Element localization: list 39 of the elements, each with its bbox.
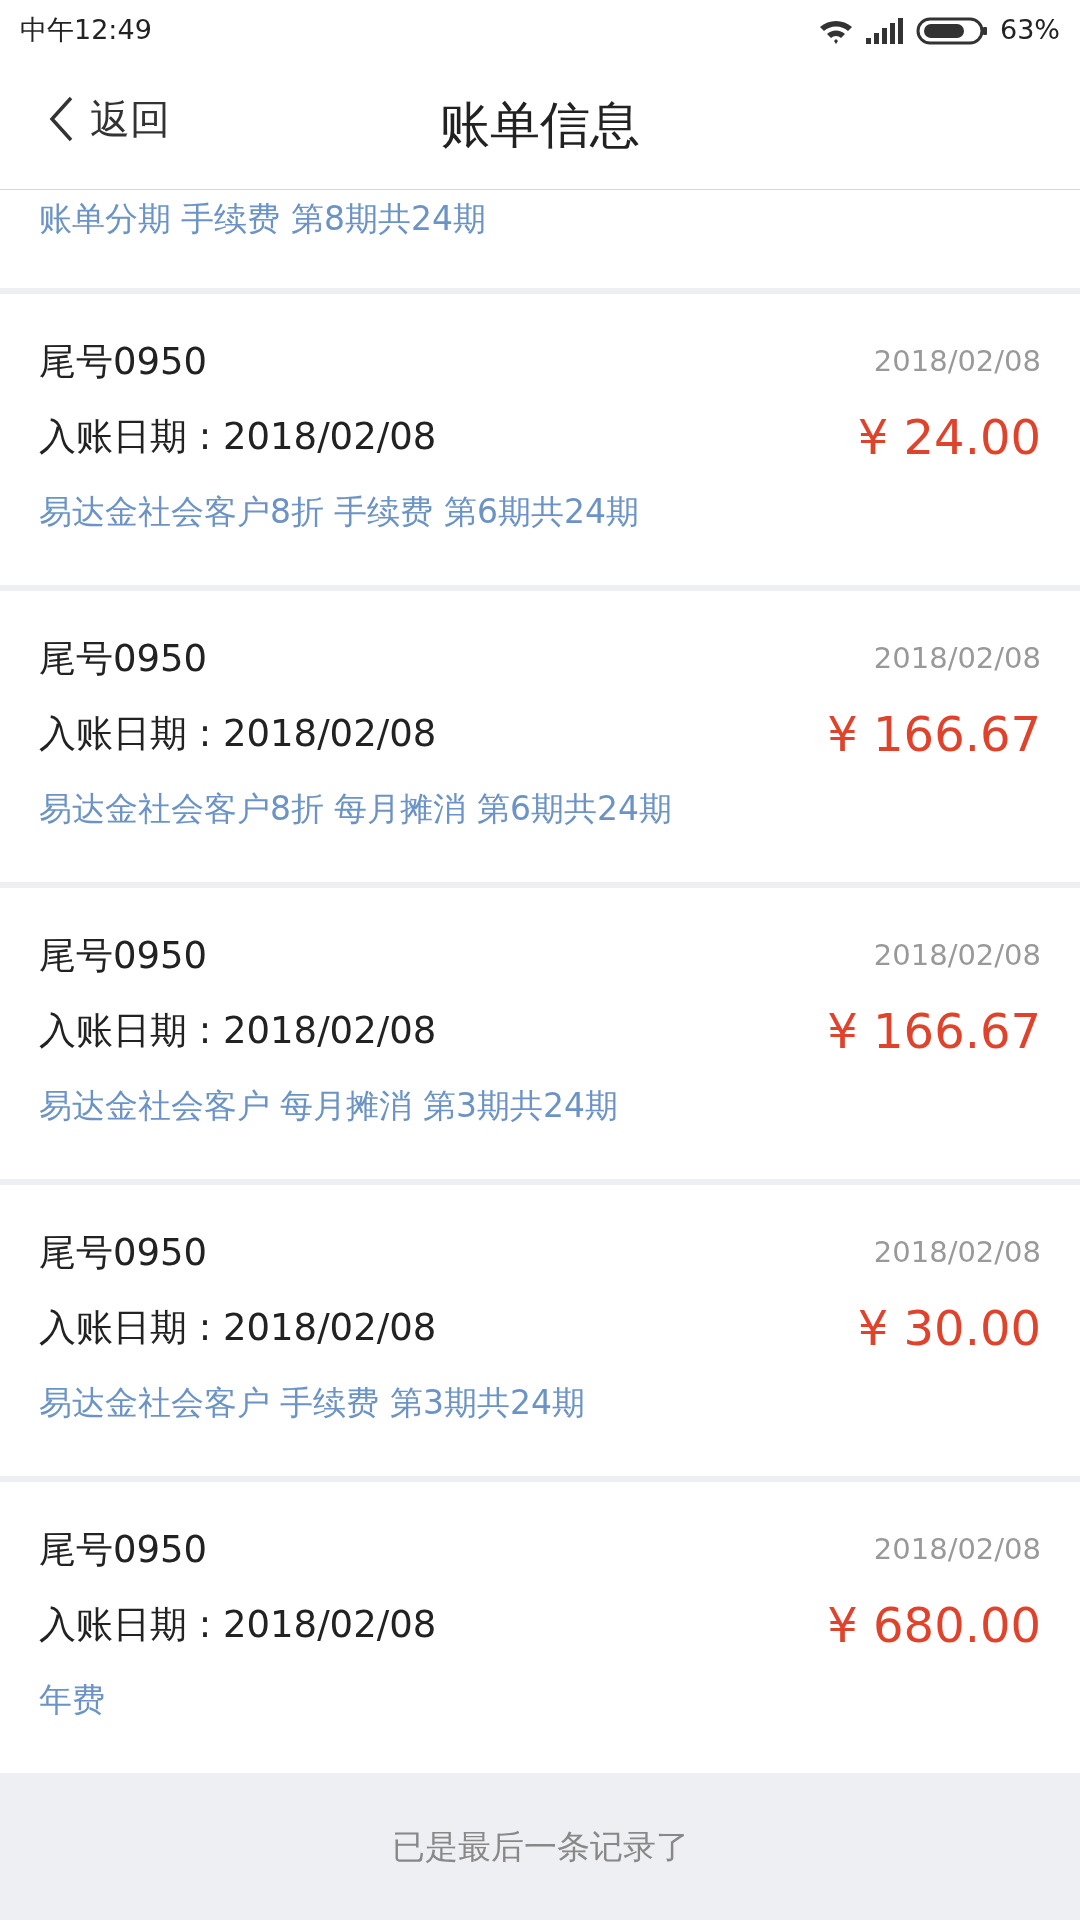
record-description: 易达金社会客户 每月摊消 第3期共24期	[39, 1084, 618, 1127]
record-description: 易达金社会客户8折 手续费 第6期共24期	[39, 490, 639, 533]
card-number: 尾号0950	[39, 1526, 208, 1573]
back-button[interactable]: 返回	[48, 89, 170, 149]
card-number: 尾号0950	[39, 338, 208, 385]
record-description: 易达金社会客户8折 每月摊消 第6期共24期	[39, 787, 672, 830]
amount: ¥ 166.67	[827, 1001, 1041, 1061]
record-card[interactable]: 尾号0950 2018/02/08 入账日期 : 2018/02/08 ¥ 24.00 易达金社会客户8折 手续费 第6期共24期	[0, 294, 1080, 585]
record-date: 2018/02/08	[873, 936, 1041, 974]
card-number: 尾号0950	[39, 635, 208, 682]
record-date: 2018/02/08	[873, 342, 1041, 380]
record-date: 2018/02/08	[873, 1233, 1041, 1271]
record-card[interactable]: 尾号0950 2018/02/08 入账日期 : 2018/02/08 ¥ 166.67 易达金社会客户8折 每月摊消 第6期共24期	[0, 591, 1080, 882]
record-description: 账单分期 手续费 第8期共24期	[39, 199, 486, 238]
battery-percent: 63%	[1000, 13, 1060, 48]
record-date: 2018/02/08	[873, 1530, 1041, 1568]
amount: ¥ 680.00	[827, 1595, 1041, 1655]
card-number: 尾号0950	[39, 1229, 208, 1276]
back-chevron-icon	[48, 95, 74, 143]
record-card[interactable]: 尾号0950 2018/02/08 入账日期 : 2018/02/08 ¥ 30.00 易达金社会客户 手续费 第3期共24期	[0, 1185, 1080, 1476]
record-description: 年费	[39, 1678, 105, 1721]
amount: ¥ 166.67	[827, 704, 1041, 764]
card-number: 尾号0950	[39, 932, 208, 979]
record-card[interactable]: 尾号0950 2018/02/08 入账日期 : 2018/02/08 ¥ 680.00 年费	[0, 1482, 1080, 1773]
posting-date: 入账日期 : 2018/02/08	[39, 1601, 437, 1648]
posting-date: 入账日期 : 2018/02/08	[39, 1304, 437, 1351]
end-of-list-note: 已是最后一条记录了	[391, 1825, 689, 1868]
signal-icon	[866, 17, 904, 44]
record-date: 2018/02/08	[873, 639, 1041, 677]
record-card[interactable]: 尾号0950 2018/02/08 入账日期 : 2018/02/08 ¥ 166.67 易达金社会客户 每月摊消 第3期共24期	[0, 888, 1080, 1179]
amount: ¥ 30.00	[857, 1298, 1041, 1358]
battery-icon	[916, 15, 988, 46]
page-title: 账单信息	[440, 94, 640, 156]
status-time: 中午12:49	[20, 13, 152, 48]
amount: ¥ 24.00	[857, 407, 1041, 467]
posting-date: 入账日期 : 2018/02/08	[39, 413, 437, 460]
posting-date: 入账日期 : 2018/02/08	[39, 710, 437, 757]
record-description: 易达金社会客户 手续费 第3期共24期	[39, 1381, 585, 1424]
posting-date: 入账日期 : 2018/02/08	[39, 1007, 437, 1054]
